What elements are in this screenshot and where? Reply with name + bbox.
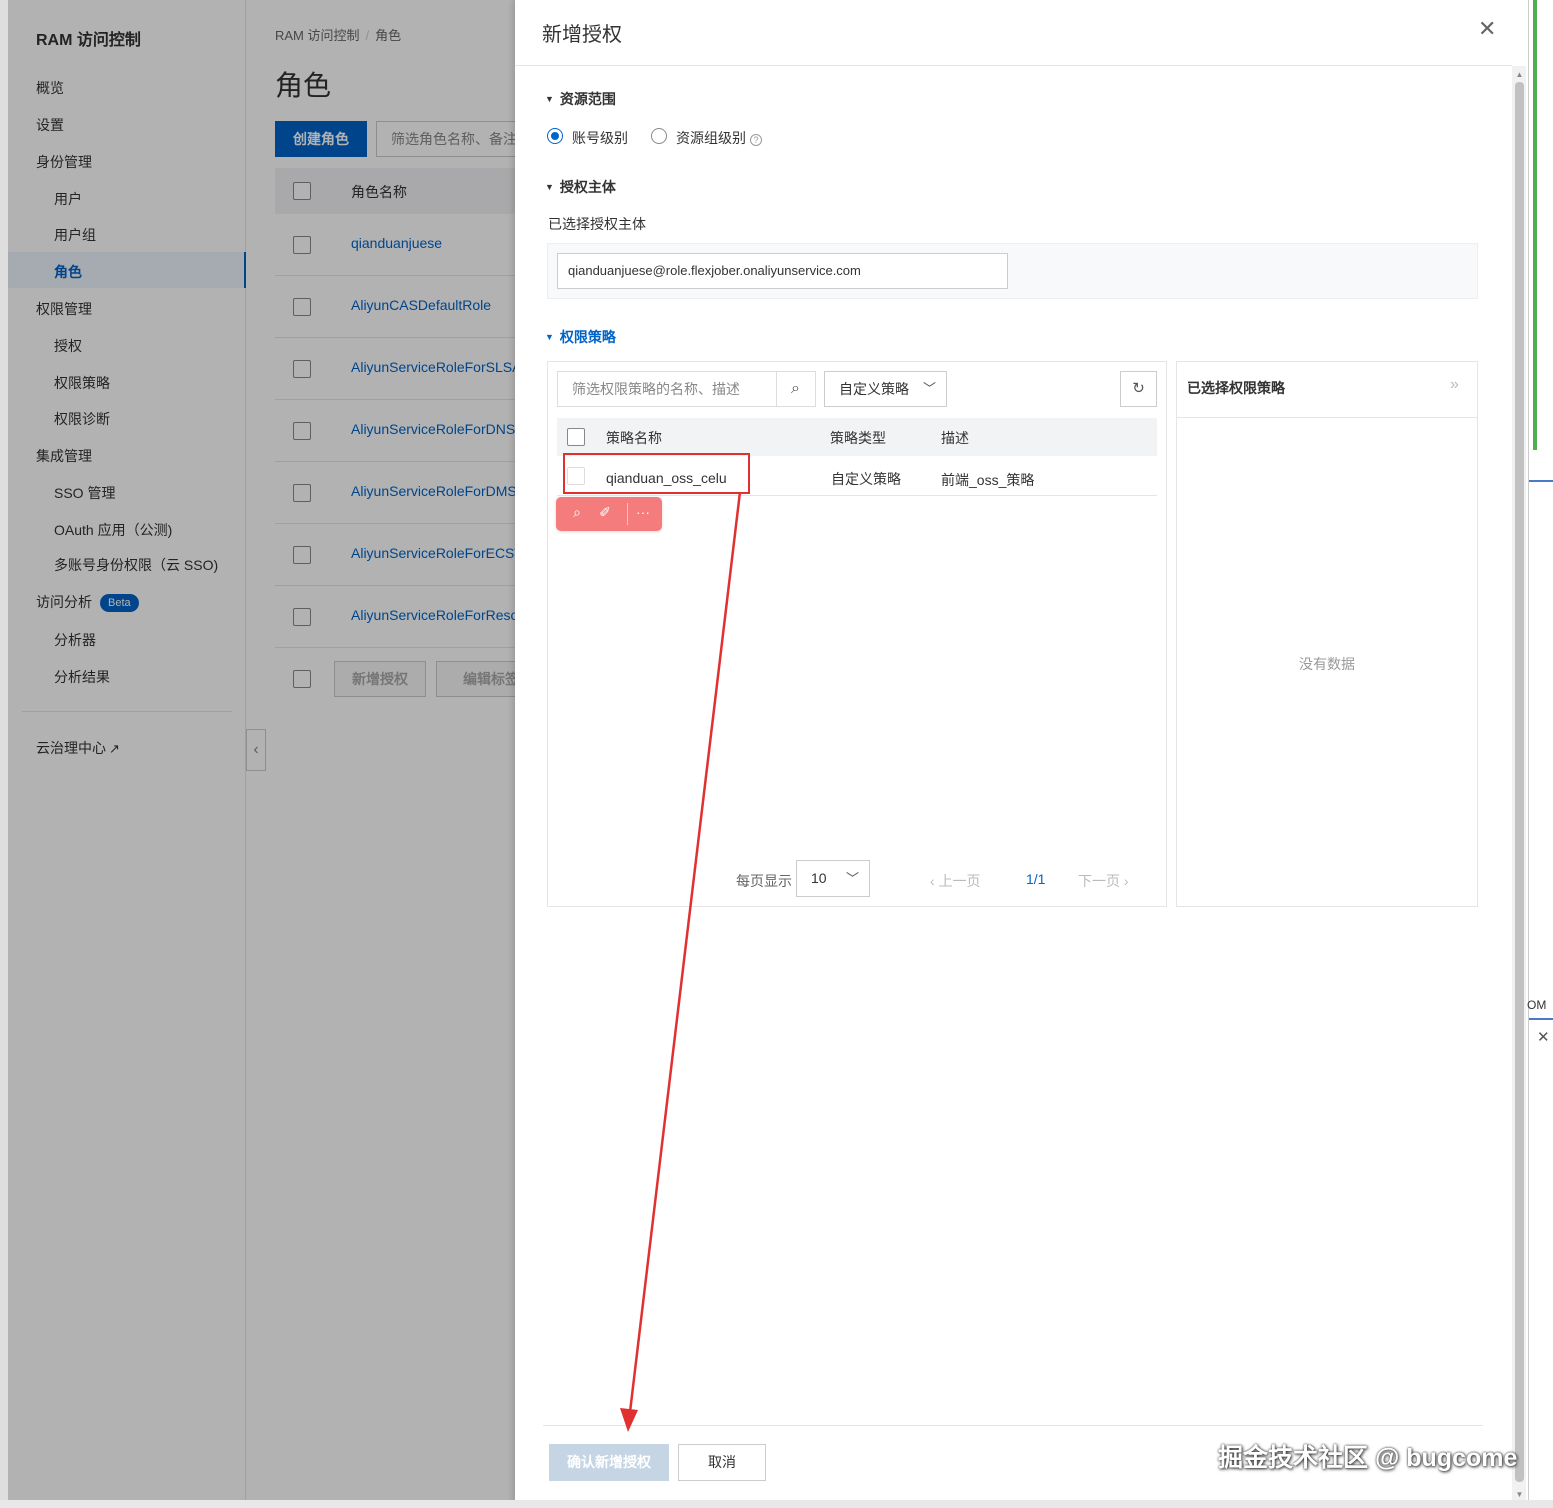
drawer-header: 新增授权 ✕: [515, 0, 1512, 66]
column-header-policy-name: 策略名称: [606, 430, 662, 446]
toolbar-divider: [627, 503, 628, 525]
policy-select-all-checkbox[interactable]: [567, 428, 585, 446]
floating-toolbar: ⌕ ✐ ···: [556, 497, 662, 531]
resource-group-level-option[interactable]: 资源组级别?: [676, 128, 762, 148]
refresh-icon: ↻: [1132, 380, 1145, 397]
search-icon: ⌕: [791, 380, 800, 397]
resource-group-level-radio[interactable]: [651, 128, 667, 144]
prev-page-label: 上一页: [938, 873, 981, 889]
window-fragment-text: OM: [1527, 998, 1547, 1012]
page-size-label: 每页显示: [736, 873, 792, 889]
caret-down-icon: ▼: [545, 94, 554, 104]
policy-type-value: 自定义策略: [839, 381, 909, 397]
column-header-policy-type: 策略类型: [830, 430, 886, 446]
principal-section[interactable]: ▼ 授权主体: [545, 177, 616, 197]
close-icon[interactable]: ✕: [1478, 16, 1496, 42]
policy-table-header: 策略名称 策略类型 描述: [557, 418, 1157, 456]
column-header-description: 描述: [941, 430, 969, 446]
chevron-down-icon: ﹀: [922, 381, 936, 396]
progress-indicator: [1533, 0, 1537, 450]
caret-down-icon: ▼: [545, 332, 554, 342]
scroll-up-icon[interactable]: ▲: [1515, 70, 1524, 79]
selected-policies-header: 已选择权限策略 »: [1177, 362, 1477, 418]
background-window-edge: OM ✕: [1527, 0, 1553, 1508]
refresh-button[interactable]: ↻: [1120, 371, 1157, 407]
cancel-button[interactable]: 取消: [678, 1444, 766, 1481]
window-divider: [1529, 1018, 1553, 1020]
next-page-button[interactable]: 下一页 ›: [1078, 871, 1129, 891]
policy-search-input[interactable]: 筛选权限策略的名称、描述: [557, 371, 777, 407]
account-level-label[interactable]: 账号级别: [572, 128, 628, 148]
section-label: 权限策略: [559, 329, 616, 345]
modal-overlay[interactable]: [8, 0, 515, 1508]
more-icon[interactable]: ···: [632, 504, 654, 520]
search-icon[interactable]: ⌕: [566, 504, 588, 521]
selected-policies-title: 已选择权限策略: [1187, 380, 1285, 396]
page-size-select[interactable]: 10 ﹀: [796, 860, 870, 897]
policies-section[interactable]: ▼ 权限策略: [545, 327, 616, 347]
policy-description: 前端_oss_策略: [941, 472, 1035, 488]
watermark: 掘金技术社区 @ bugcome: [1218, 1444, 1518, 1472]
policy-type: 自定义策略: [831, 471, 901, 487]
drawer-title: 新增授权: [542, 24, 622, 46]
desktop-left-edge: [0, 0, 8, 1508]
account-level-radio[interactable]: [547, 128, 563, 144]
scroll-down-icon[interactable]: ▼: [1515, 1490, 1524, 1499]
section-label: 授权主体: [559, 179, 616, 195]
empty-state: 没有数据: [1299, 656, 1355, 672]
page-indicator: 1/1: [1026, 871, 1046, 887]
resource-group-level-label: 资源组级别: [676, 130, 746, 146]
policy-search-button[interactable]: ⌕: [776, 371, 816, 407]
page-size-value: 10: [811, 870, 827, 886]
section-label: 资源范围: [559, 91, 616, 107]
policy-type-select[interactable]: 自定义策略 ﹀: [824, 371, 947, 407]
drawer-scrollbar-thumb[interactable]: [1515, 82, 1524, 1482]
window-divider: [1529, 480, 1553, 482]
prev-page-button[interactable]: ‹ 上一页: [930, 871, 981, 891]
magic-wand-icon[interactable]: ✐: [594, 504, 616, 521]
question-circle-icon[interactable]: ?: [750, 134, 762, 146]
confirm-add-grant-button[interactable]: 确认新增授权: [549, 1444, 669, 1481]
add-grant-drawer: 新增授权 ✕ ▲ ▼ ▼ 资源范围 账号级别 资源组级别? ▼ 授权主体 已选择授权…: [515, 0, 1528, 1508]
chevron-down-icon: ﹀: [845, 871, 859, 886]
double-chevron-right-icon[interactable]: »: [1450, 376, 1459, 394]
selected-policies-panel: 已选择权限策略 » 没有数据: [1176, 361, 1478, 907]
next-page-label: 下一页: [1078, 873, 1120, 889]
close-icon[interactable]: ✕: [1537, 1028, 1550, 1046]
desktop-bottom-strip: [0, 1500, 1553, 1508]
selected-principal-label: 已选择授权主体: [548, 216, 646, 232]
principal-input[interactable]: qianduanjuese@role.flexjober.onaliyunser…: [557, 253, 1008, 289]
resource-scope-section[interactable]: ▼ 资源范围: [545, 89, 616, 109]
annotation-highlight-box: [563, 453, 750, 494]
chevron-left-icon: ‹: [930, 873, 939, 889]
drawer-footer-divider: [543, 1425, 1483, 1426]
caret-down-icon: ▼: [545, 182, 554, 192]
chevron-right-icon: ›: [1120, 873, 1129, 889]
